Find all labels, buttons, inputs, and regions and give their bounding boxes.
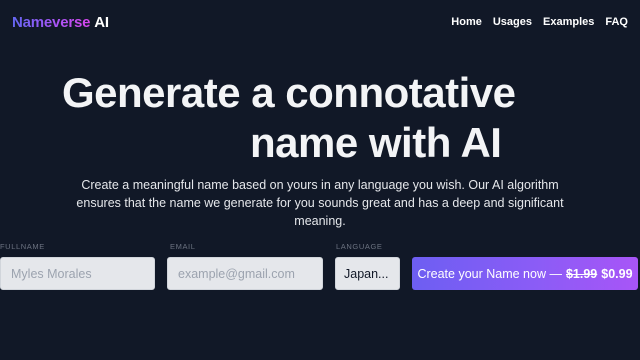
create-name-button[interactable]: Create your Name now — $1.99 $0.99: [412, 257, 638, 290]
hero-title-line1: Generate a connotative: [62, 69, 516, 116]
nav-faq[interactable]: FAQ: [605, 16, 628, 28]
landing-page: Nameverse AI Home Usages Examples FAQ Gen…: [0, 0, 640, 360]
nav-usages[interactable]: Usages: [493, 16, 532, 28]
hero-subtitle: Create a meaningful name based on yours …: [76, 178, 564, 228]
hero-title: Generate a connotative name with AI: [0, 68, 640, 168]
cta-price: $0.99: [601, 266, 633, 281]
logo[interactable]: Nameverse AI: [12, 14, 109, 31]
nav-examples[interactable]: Examples: [543, 16, 594, 28]
nav-home[interactable]: Home: [451, 16, 482, 28]
fullname-label: FULLNAME: [0, 242, 45, 251]
hero-title-line2: name with AI: [250, 119, 502, 166]
language-select[interactable]: Japan...: [335, 257, 400, 290]
language-selected-value: Japan...: [344, 266, 389, 281]
fullname-input[interactable]: [0, 257, 155, 290]
logo-brand: Nameverse: [12, 14, 91, 31]
cta-label: Create your Name now —: [417, 266, 562, 281]
cta-old-price: $1.99: [565, 266, 598, 281]
email-input[interactable]: [167, 257, 323, 290]
top-nav: Home Usages Examples FAQ: [451, 16, 628, 28]
logo-suffix: AI: [94, 14, 109, 31]
email-label: EMAIL: [170, 242, 196, 251]
language-label: LANGUAGE: [336, 242, 383, 251]
